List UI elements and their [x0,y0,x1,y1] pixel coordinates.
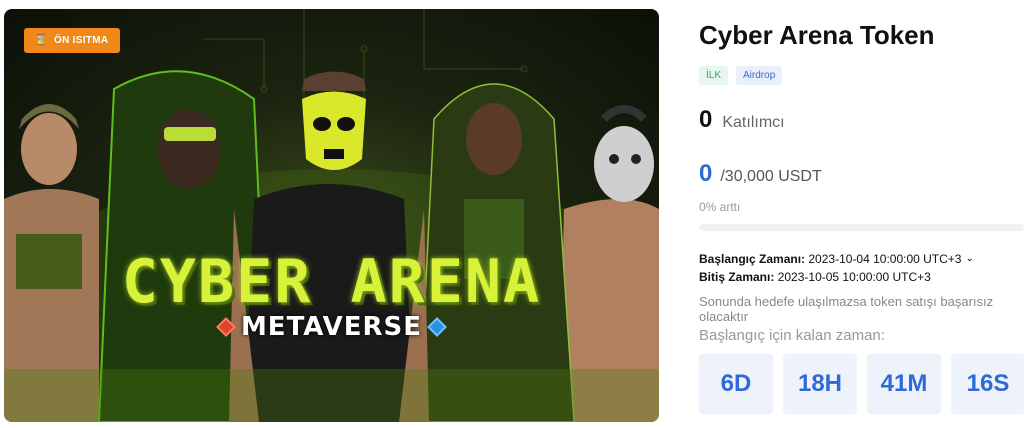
banner-subtitle-art: METAVERSE [4,312,659,342]
countdown-hours: 18H [783,354,857,414]
token-info-panel: Cyber Arena Token İLK Airdrop 0 Katılımc… [699,0,1024,428]
raised-stat: 0 /30,000 USDT [699,160,822,188]
banner-subtitle-text: METAVERSE [240,312,423,342]
start-time-label: Başlangıç Zamanı: [699,252,806,266]
banner-artwork [4,9,659,422]
participants-value: 0 [699,106,713,133]
countdown-minutes: 41M [867,354,941,414]
progress-text: 0% arttı [699,200,741,214]
countdown-seconds: 16S [951,354,1024,414]
token-tags: İLK Airdrop [699,66,783,85]
end-time-row: Bitiş Zamanı: 2023-10-05 10:00:00 UTC+3 [699,268,974,286]
schedule: Başlangıç Zamanı: 2023-10-04 10:00:00 UT… [699,250,974,286]
end-time-value: 2023-10-05 10:00:00 UTC+3 [777,270,931,284]
banner-title-art: CYBER ARENA [121,247,542,317]
start-time-value: 2023-10-04 10:00:00 UTC+3 [808,252,962,266]
blue-diamond-icon [427,317,447,337]
phase-badge-label: ÖN ISITMA [54,35,109,46]
phase-badge: ⌛ ÖN ISITMA [24,28,121,53]
chevron-down-icon[interactable]: ⌄ [965,250,973,268]
project-banner: ⌛ ÖN ISITMA CYBER ARENA METAVERSE [4,9,659,422]
participants-label: Katılımcı [722,114,785,131]
countdown-days: 6D [699,354,773,414]
start-time-row[interactable]: Başlangıç Zamanı: 2023-10-04 10:00:00 UT… [699,250,974,268]
raised-value: 0 [699,160,713,187]
token-title: Cyber Arena Token [699,20,935,50]
remaining-time-label: Başlangıç için kalan zaman: [699,327,885,344]
raised-target: /30,000 USDT [720,168,822,185]
participants-stat: 0 Katılımcı [699,106,785,134]
hourglass-icon: ⌛ [34,34,48,46]
progress-bar [699,224,1024,231]
tag-airdrop: Airdrop [736,66,783,85]
tag-first: İLK [699,66,729,85]
red-diamond-icon [216,317,236,337]
failure-note: Sonunda hedefe ulaşılmazsa token satışı … [699,294,994,324]
end-time-label: Bitiş Zamanı: [699,270,775,284]
countdown: 6D 18H 41M 16S [699,354,1024,414]
